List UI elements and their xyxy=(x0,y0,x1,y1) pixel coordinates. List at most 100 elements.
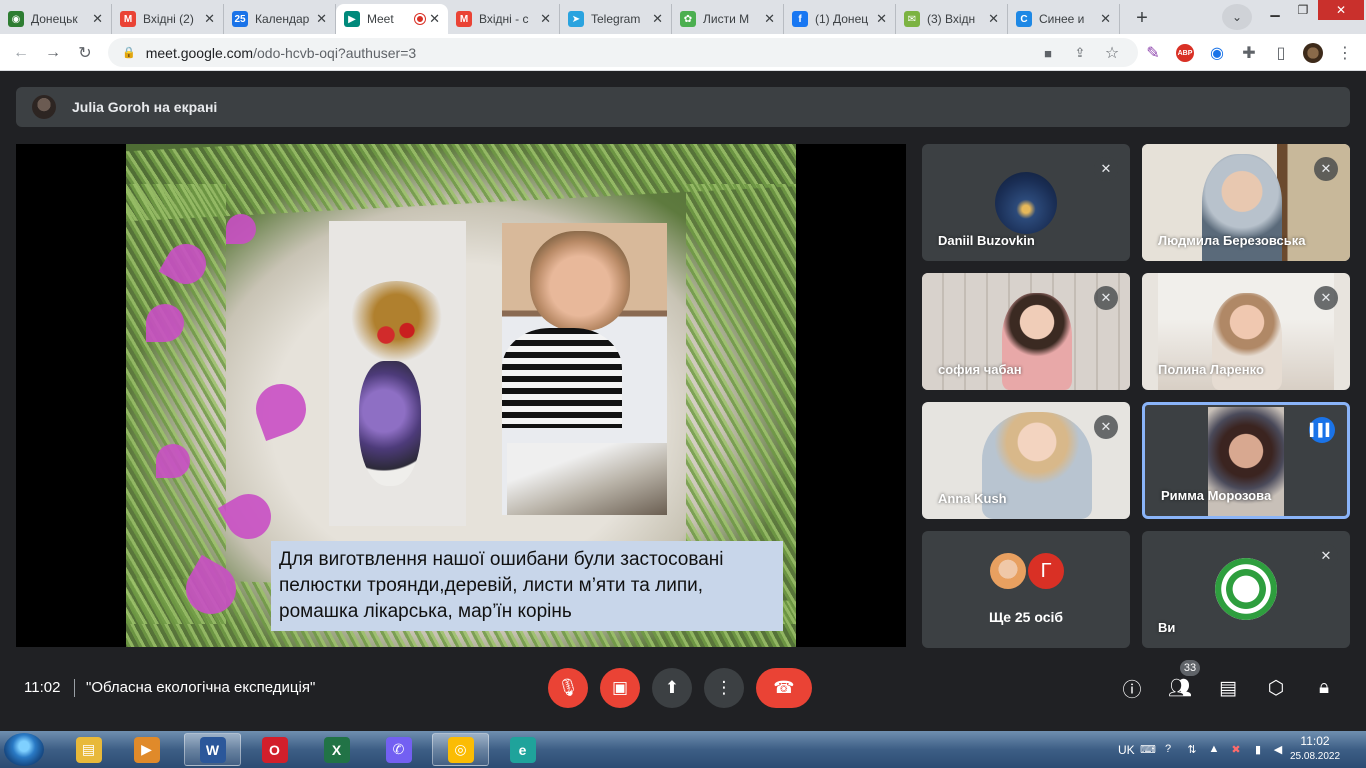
meeting-title: "Обласна екологічна експедиція" xyxy=(86,679,316,696)
share-icon[interactable]: ⇪ xyxy=(1069,42,1091,64)
browser-tab[interactable]: 25 Календар ✕ xyxy=(224,4,336,34)
browser-tab[interactable]: M Вхідні - с ✕ xyxy=(448,4,560,34)
leave-call-button[interactable]: ☎ xyxy=(756,668,812,708)
restore-button[interactable]: ❐ xyxy=(1290,0,1316,20)
avatar-initial: Г xyxy=(1026,551,1066,591)
activities-icon[interactable]: ⬡ xyxy=(1264,676,1288,700)
back-icon[interactable]: ← xyxy=(10,42,32,64)
browser-tab[interactable]: ➤ Telegram ✕ xyxy=(560,4,672,34)
tab-close-icon[interactable]: ✕ xyxy=(652,11,663,27)
volume-icon[interactable]: ◀ xyxy=(1270,741,1286,757)
taskbar-app-excel[interactable]: X xyxy=(308,733,365,766)
forward-icon[interactable]: → xyxy=(42,42,64,64)
start-button[interactable] xyxy=(4,733,44,766)
self-tile[interactable]: ✕ Ви xyxy=(1142,531,1350,648)
participant-tile[interactable]: ✕ Полина Ларенко xyxy=(1142,273,1350,390)
taskbar-app-word[interactable]: W xyxy=(184,733,241,766)
system-clock[interactable]: 11:02 25.08.2022 xyxy=(1290,734,1340,764)
bookmark-star-icon[interactable]: ☆ xyxy=(1101,42,1123,64)
browser-tab[interactable]: f (1) Донец ✕ xyxy=(784,4,896,34)
presenter-avatar xyxy=(32,95,56,119)
keyboard-icon[interactable]: ⌨ xyxy=(1140,741,1156,757)
tab-favicon: M xyxy=(456,11,472,27)
reload-icon[interactable]: ↻ xyxy=(74,42,96,64)
chat-icon[interactable]: ▤ xyxy=(1216,676,1240,700)
explorer-icon: ▤ xyxy=(75,736,102,763)
browser-tab[interactable]: ▶ Meet ✕ xyxy=(336,4,448,34)
network-icon[interactable]: ✖ xyxy=(1228,741,1244,757)
taskbar-app-viber[interactable]: ✆ xyxy=(370,733,427,766)
taskbar-app-explorer[interactable]: ▤ xyxy=(60,733,117,766)
taskbar-app-media[interactable]: ▶ xyxy=(118,733,175,766)
mic-off-icon: ✕ xyxy=(1314,157,1338,181)
participant-tile[interactable]: ✕ Людмила Березовська xyxy=(1142,144,1350,261)
tab-close-icon[interactable]: ✕ xyxy=(1100,11,1111,27)
meeting-info-icon[interactable]: ⓘ xyxy=(1120,676,1144,701)
participant-tile-speaking[interactable]: ▍▌▍ Римма Морозова xyxy=(1142,402,1350,519)
side-panel-icon[interactable]: ▯ xyxy=(1270,42,1292,64)
mic-off-icon: ✕ xyxy=(1094,415,1118,439)
browser-tab[interactable]: ✉ (3) Вхідн ✕ xyxy=(896,4,1008,34)
tab-search-button[interactable]: ⌄ xyxy=(1222,4,1252,30)
close-window-button[interactable]: ✕ xyxy=(1318,0,1364,20)
help-icon[interactable]: ? xyxy=(1160,741,1176,757)
tab-close-icon[interactable]: ✕ xyxy=(316,11,327,27)
mic-toggle-button[interactable]: 🎙︎ xyxy=(548,668,588,708)
language-indicator[interactable]: UK xyxy=(1118,731,1135,768)
host-controls-icon[interactable]: 🔒︎ xyxy=(1312,676,1336,700)
people-count-badge: 33 xyxy=(1180,660,1200,676)
tab-close-icon[interactable]: ✕ xyxy=(764,11,775,27)
participant-name: Полина Ларенко xyxy=(1158,362,1264,377)
new-tab-button[interactable]: + xyxy=(1128,4,1156,32)
minimize-button[interactable]: ▁ xyxy=(1262,0,1288,20)
participant-tile[interactable]: ✕ Daniil Buzovkin xyxy=(922,144,1130,261)
tab-close-icon[interactable]: ✕ xyxy=(988,11,999,27)
camera-icon[interactable]: ■ xyxy=(1037,42,1059,64)
more-options-button[interactable]: ⋮ xyxy=(704,668,744,708)
browser-tab[interactable]: C Синее и ✕ xyxy=(1008,4,1120,34)
avatar-logo xyxy=(1215,558,1277,620)
browser-tab[interactable]: ◉ Донецьк ✕ xyxy=(0,4,112,34)
browser-toolbar: ← → ↻ 🔒 meet.google.com/odo-hcvb-oqi?aut… xyxy=(0,34,1366,71)
edge-icon: e xyxy=(509,736,536,763)
adblock-icon[interactable]: ABP xyxy=(1174,42,1196,64)
participant-name: софия чабан xyxy=(938,362,1022,377)
taskbar-app-chrome[interactable]: ◎ xyxy=(432,733,489,766)
browser-tab[interactable]: ✿ Листи М ✕ xyxy=(672,4,784,34)
signal-icon[interactable]: ▮ xyxy=(1250,741,1266,757)
address-bar[interactable]: 🔒 meet.google.com/odo-hcvb-oqi?authuser=… xyxy=(108,38,1138,67)
divider xyxy=(74,679,75,697)
pen-extension-icon[interactable]: ✎ xyxy=(1142,42,1164,64)
chrome-icon: ◎ xyxy=(447,736,474,763)
people-icon[interactable]: 👥︎ xyxy=(1168,676,1192,700)
tab-close-icon[interactable]: ✕ xyxy=(429,11,440,27)
more-people-label: Ще 25 осіб xyxy=(988,609,1064,625)
tab-label: Meet xyxy=(367,12,394,26)
browser-tab[interactable]: M Вхідні (2) ✕ xyxy=(112,4,224,34)
tab-close-icon[interactable]: ✕ xyxy=(204,11,215,27)
camera-toggle-button[interactable]: ▣ xyxy=(600,668,640,708)
extension-blue-icon[interactable]: ◉ xyxy=(1206,42,1228,64)
taskbar-app-edge[interactable]: e xyxy=(494,733,551,766)
present-button[interactable]: ⬆ xyxy=(652,668,692,708)
participant-tile[interactable]: ✕ софия чабан xyxy=(922,273,1130,390)
tab-favicon: ▶ xyxy=(344,11,360,27)
participant-name: Римма Морозова xyxy=(1161,488,1272,503)
extensions-puzzle-icon[interactable]: ✚ xyxy=(1238,42,1260,64)
taskbar-app-opera[interactable]: O xyxy=(246,733,303,766)
sync-icon[interactable]: ⇅ xyxy=(1184,741,1200,757)
word-icon: W xyxy=(199,736,226,763)
show-hidden-icons[interactable]: ▲ xyxy=(1206,741,1222,757)
profile-avatar[interactable] xyxy=(1302,42,1324,64)
menu-dots-icon[interactable]: ⋮ xyxy=(1334,42,1356,64)
participant-name: Anna Kush xyxy=(938,491,1007,506)
tab-close-icon[interactable]: ✕ xyxy=(540,11,551,27)
tab-close-icon[interactable]: ✕ xyxy=(876,11,887,27)
speaking-indicator-icon: ▍▌▍ xyxy=(1309,417,1335,443)
shared-screen[interactable]: Для виготвлення нашої ошибани були засто… xyxy=(16,144,906,647)
participant-tile[interactable]: ✕ Anna Kush xyxy=(922,402,1130,519)
tab-favicon: ✉ xyxy=(904,11,920,27)
mic-off-icon: 🎙︎ xyxy=(557,678,579,697)
more-participants-tile[interactable]: Г Ще 25 осіб xyxy=(922,531,1130,648)
tab-close-icon[interactable]: ✕ xyxy=(92,11,103,27)
